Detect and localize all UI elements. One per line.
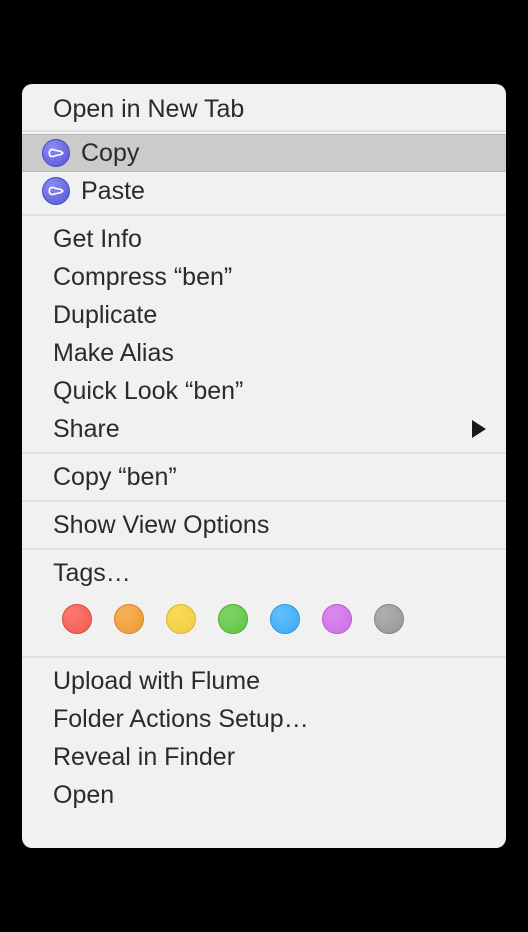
menu-item-get-info[interactable]: Get Info	[22, 220, 506, 258]
popclip-icon	[42, 177, 70, 205]
tag-color-blue[interactable]	[270, 604, 300, 634]
menu-item-share[interactable]: Share	[22, 410, 506, 448]
menu-item-label: Duplicate	[53, 301, 486, 330]
menu-item-label: Copy	[81, 139, 486, 168]
tag-color-green[interactable]	[218, 604, 248, 634]
menu-separator	[22, 496, 506, 506]
menu-item-label: Make Alias	[53, 339, 486, 368]
menu-spacer	[22, 814, 506, 842]
tag-color-purple[interactable]	[322, 604, 352, 634]
popclip-icon	[42, 139, 70, 167]
menu-item-label: Tags…	[53, 559, 486, 588]
menu-item-folder-actions-setup[interactable]: Folder Actions Setup…	[22, 700, 506, 738]
menu-item-label: Open	[53, 781, 486, 810]
tag-color-row	[22, 592, 506, 652]
menu-separator	[22, 448, 506, 458]
menu-item-reveal-in-finder[interactable]: Reveal in Finder	[22, 738, 506, 776]
menu-item-label: Compress “ben”	[53, 263, 486, 292]
menu-item-label: Reveal in Finder	[53, 743, 486, 772]
menu-item-copy[interactable]: Copy	[22, 134, 506, 172]
menu-item-label: Upload with Flume	[53, 667, 486, 696]
menu-item-label: Paste	[81, 177, 486, 206]
menu-item-duplicate[interactable]: Duplicate	[22, 296, 506, 334]
menu-item-label: Folder Actions Setup…	[53, 705, 486, 734]
menu-item-show-view-options[interactable]: Show View Options	[22, 506, 506, 544]
menu-separator	[22, 544, 506, 554]
tag-color-red[interactable]	[62, 604, 92, 634]
menu-item-quick-look[interactable]: Quick Look “ben”	[22, 372, 506, 410]
menu-item-label: Get Info	[53, 225, 486, 254]
menu-item-make-alias[interactable]: Make Alias	[22, 334, 506, 372]
menu-item-open[interactable]: Open	[22, 776, 506, 814]
menu-item-upload-with-flume[interactable]: Upload with Flume	[22, 662, 506, 700]
menu-item-label: Open in New Tab	[53, 95, 486, 124]
menu-item-label: Copy “ben”	[53, 463, 486, 492]
tag-color-yellow[interactable]	[166, 604, 196, 634]
menu-item-paste[interactable]: Paste	[22, 172, 506, 210]
tag-color-orange[interactable]	[114, 604, 144, 634]
menu-item-open-in-new-tab[interactable]: Open in New Tab	[22, 90, 506, 128]
menu-item-label: Share	[53, 415, 472, 444]
menu-item-compress[interactable]: Compress “ben”	[22, 258, 506, 296]
context-menu: Open in New Tab Copy Paste Get Info Comp…	[22, 84, 506, 848]
menu-item-tags[interactable]: Tags…	[22, 554, 506, 592]
menu-item-copy-item[interactable]: Copy “ben”	[22, 458, 506, 496]
menu-item-label: Quick Look “ben”	[53, 377, 486, 406]
menu-item-label: Show View Options	[53, 511, 486, 540]
tag-color-gray[interactable]	[374, 604, 404, 634]
menu-separator	[22, 652, 506, 662]
submenu-arrow-icon	[472, 420, 486, 438]
menu-separator	[22, 210, 506, 220]
